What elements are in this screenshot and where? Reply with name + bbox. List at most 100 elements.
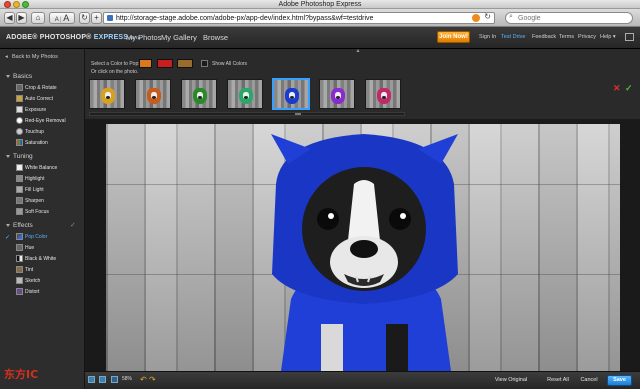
reset-all-button[interactable]: Reset All [546, 375, 570, 386]
search-input[interactable] [518, 13, 626, 23]
selected-check-icon: ✓ [5, 235, 11, 241]
fit-screen-icon[interactable] [88, 376, 95, 383]
pop-color-icon [16, 233, 23, 240]
tool-saturation[interactable]: Saturation [16, 139, 48, 147]
panel-collapse-handle[interactable]: ▴ [353, 47, 363, 54]
section-basics[interactable]: Basics [6, 73, 32, 80]
tool-touchup[interactable]: Touchup [16, 128, 44, 136]
photo-canvas[interactable] [106, 124, 620, 371]
add-bookmark-icon[interactable]: + [91, 12, 102, 24]
undo-icon[interactable]: ↶ [140, 375, 147, 384]
tool-hue[interactable]: Hue [16, 244, 34, 252]
color-thumbnail[interactable] [365, 79, 401, 109]
tool-sketch[interactable]: Sketch [16, 277, 40, 285]
scrollbar-knob[interactable] [295, 113, 301, 115]
actual-size-icon[interactable] [99, 376, 106, 383]
touchup-icon [16, 128, 23, 135]
nav-browse[interactable]: Browse [203, 33, 228, 42]
thumbnail-nose [198, 96, 202, 99]
back-arrow-icon[interactable]: ◀ [4, 12, 15, 24]
address-bar[interactable]: http://storage-stage.adobe.com/adobe-px/… [103, 12, 495, 24]
thumbnail-scrollbar[interactable] [89, 112, 405, 116]
show-all-colors-checkbox[interactable] [201, 60, 208, 67]
swatch-orange[interactable] [139, 59, 152, 68]
apply-check-icon[interactable]: ✓ [625, 83, 633, 94]
app-header: ADOBE® PHOTOSHOP® EXPRESSBETA My Photos … [0, 27, 640, 49]
nav-my-photos[interactable]: My Photos [126, 33, 161, 42]
section-tuning[interactable]: Tuning [6, 153, 33, 160]
tool-auto-correct[interactable]: Auto Correct [16, 95, 53, 103]
swatch-red[interactable] [157, 59, 173, 68]
redo-icon[interactable]: ↷ [149, 375, 156, 384]
header-link-feedback[interactable]: Feedback [532, 34, 556, 41]
tint-icon [16, 266, 23, 273]
header-link-terms[interactable]: Terms [559, 34, 574, 41]
photo-stage [85, 119, 640, 371]
cancel-x-icon[interactable]: ✕ [613, 83, 621, 94]
tool-tint[interactable]: Tint [16, 266, 33, 274]
header-link-test-drive[interactable]: Test Drive [501, 34, 525, 41]
zoom-slider-icon[interactable] [111, 376, 118, 383]
select-color-label: Select a Color to Pop: [91, 61, 140, 67]
tool-pop-color[interactable]: Pop Color [16, 233, 47, 241]
expand-triangle-icon [6, 223, 10, 227]
thumbnail-nose [290, 96, 294, 99]
reload-icon[interactable]: ↻ [79, 12, 90, 24]
cancel-button[interactable]: Cancel [576, 375, 602, 386]
thumbnail-nose [336, 96, 340, 99]
watermark: 东方IC [2, 358, 54, 388]
logo-product: EXPRESS [93, 34, 129, 41]
saturation-icon [16, 139, 23, 146]
tool-exposure[interactable]: Exposure [16, 106, 46, 114]
red-eye-icon [16, 117, 23, 124]
tool-crop-rotate[interactable]: Crop & Rotate [16, 84, 57, 92]
tool-highlight[interactable]: Highlight [16, 175, 44, 183]
app-logo[interactable]: ADOBE® PHOTOSHOP® EXPRESSBETA [6, 33, 141, 42]
color-thumbnail[interactable] [227, 79, 263, 109]
color-thumbnail-selected[interactable] [273, 79, 309, 109]
watermark-logo: 东方IC [4, 367, 38, 381]
expand-triangle-icon [6, 154, 10, 158]
distort-icon [16, 288, 23, 295]
tool-white-balance[interactable]: White Balance [16, 164, 57, 172]
header-link-sign-in[interactable]: Sign In [479, 34, 496, 41]
tool-sharpen[interactable]: Sharpen [16, 197, 44, 205]
refresh-icon[interactable]: ↻ [484, 12, 491, 21]
back-to-my-photos-link[interactable]: ◂ Back to My Photos [5, 54, 58, 60]
window-titlebar: Adobe Photoshop Express [0, 0, 640, 9]
tool-red-eye-removal[interactable]: Red-Eye Removal [16, 117, 66, 125]
thumbnail-nose [106, 96, 110, 99]
tool-distort[interactable]: Distort [16, 288, 39, 296]
view-original-button[interactable]: View Original [493, 375, 529, 386]
header-link-privacy[interactable]: Privacy [578, 34, 596, 41]
thumbnail-nose [382, 96, 386, 99]
color-thumbnails [89, 78, 405, 111]
sidebar: ◂ Back to My Photos Basics Crop & Rotate … [0, 49, 85, 389]
zoom-level: 58% [122, 376, 133, 382]
tool-black-white[interactable]: Black & White [16, 255, 56, 263]
header-link-help[interactable]: Help ▾ [600, 34, 616, 41]
rss-icon[interactable] [472, 14, 480, 22]
app-window: Adobe Photoshop Express ◀ ▶ ⌂ A | A ↻ + … [0, 0, 640, 389]
save-button[interactable]: Save [607, 375, 632, 386]
swatch-brown[interactable] [177, 59, 193, 68]
nav-my-gallery[interactable]: My Gallery [161, 33, 197, 42]
home-icon[interactable]: ⌂ [31, 12, 45, 24]
fullscreen-icon[interactable] [625, 33, 634, 41]
highlight-icon [16, 175, 23, 182]
watermark-text: 东方IC [4, 367, 38, 381]
section-effects[interactable]: Effects [6, 222, 33, 229]
soft-focus-icon [16, 208, 23, 215]
click-photo-label: Or click on the photo. [91, 69, 139, 75]
join-now-button[interactable]: Join Now! [437, 31, 470, 43]
color-thumbnail[interactable] [319, 79, 355, 109]
color-thumbnail[interactable] [135, 79, 171, 109]
forward-arrow-icon[interactable]: ▶ [16, 12, 27, 24]
search-bar[interactable]: ⌕ [505, 12, 633, 24]
crop-icon [16, 84, 23, 91]
text-size-buttons[interactable]: A | A [49, 12, 75, 24]
color-thumbnail[interactable] [181, 79, 217, 109]
tool-soft-focus[interactable]: Soft Focus [16, 208, 49, 216]
color-thumbnail[interactable] [89, 79, 125, 109]
tool-fill-light[interactable]: Fill Light [16, 186, 44, 194]
